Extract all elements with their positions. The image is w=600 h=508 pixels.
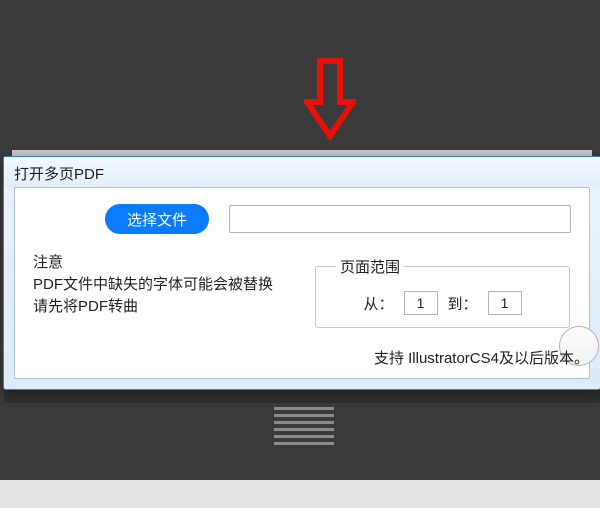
page-range-group: 页面范围 从： 到： [315, 256, 570, 328]
page-to-input[interactable] [488, 291, 522, 315]
annotation-arrow [304, 58, 356, 140]
background-document-icon [274, 407, 334, 447]
to-label: 到： [448, 293, 478, 314]
notice-text: 注意 PDF文件中缺失的字体可能会被替换 请先将PDF转曲 [33, 252, 288, 318]
page-range-legend: 页面范围 [336, 256, 404, 277]
notice-line-3: 请先将PDF转曲 [33, 296, 288, 318]
page-from-input[interactable] [404, 291, 438, 315]
file-path-input[interactable] [229, 205, 571, 233]
dialog-title: 打开多页PDF [4, 157, 600, 187]
open-multipage-pdf-dialog: 打开多页PDF 选择文件 注意 PDF文件中缺失的字体可能会被替换 请先将PDF… [3, 156, 600, 390]
select-file-button[interactable]: 选择文件 [105, 204, 209, 234]
file-select-row: 选择文件 [33, 204, 571, 234]
dialog-content: 选择文件 注意 PDF文件中缺失的字体可能会被替换 请先将PDF转曲 页面范围 … [14, 187, 590, 379]
notice-line-2: PDF文件中缺失的字体可能会被替换 [33, 274, 288, 296]
bottom-panel [0, 480, 600, 508]
notice-line-1: 注意 [33, 252, 288, 274]
from-label: 从： [363, 293, 393, 314]
support-text: 支持 IllustratorCS4及以后版本。 [374, 347, 589, 368]
